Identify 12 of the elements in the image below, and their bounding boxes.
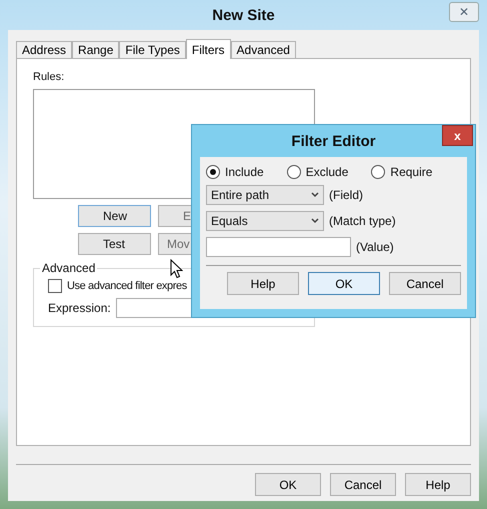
- radio-label: Include: [225, 165, 264, 179]
- match-type-hint: (Match type): [329, 214, 396, 228]
- radio-label: Exclude: [306, 165, 348, 179]
- dialog-title: Filter Editor: [291, 132, 376, 150]
- field-hint: (Field): [329, 188, 364, 202]
- rules-label: Rules:: [33, 71, 66, 83]
- expression-label: Expression:: [48, 301, 111, 315]
- radio-label: Require: [390, 165, 432, 179]
- window-title: New Site: [212, 6, 275, 24]
- group-title: Advanced: [41, 261, 96, 275]
- checkbox-label: Use advanced filter expres: [67, 280, 187, 292]
- value-hint: (Value): [356, 240, 394, 254]
